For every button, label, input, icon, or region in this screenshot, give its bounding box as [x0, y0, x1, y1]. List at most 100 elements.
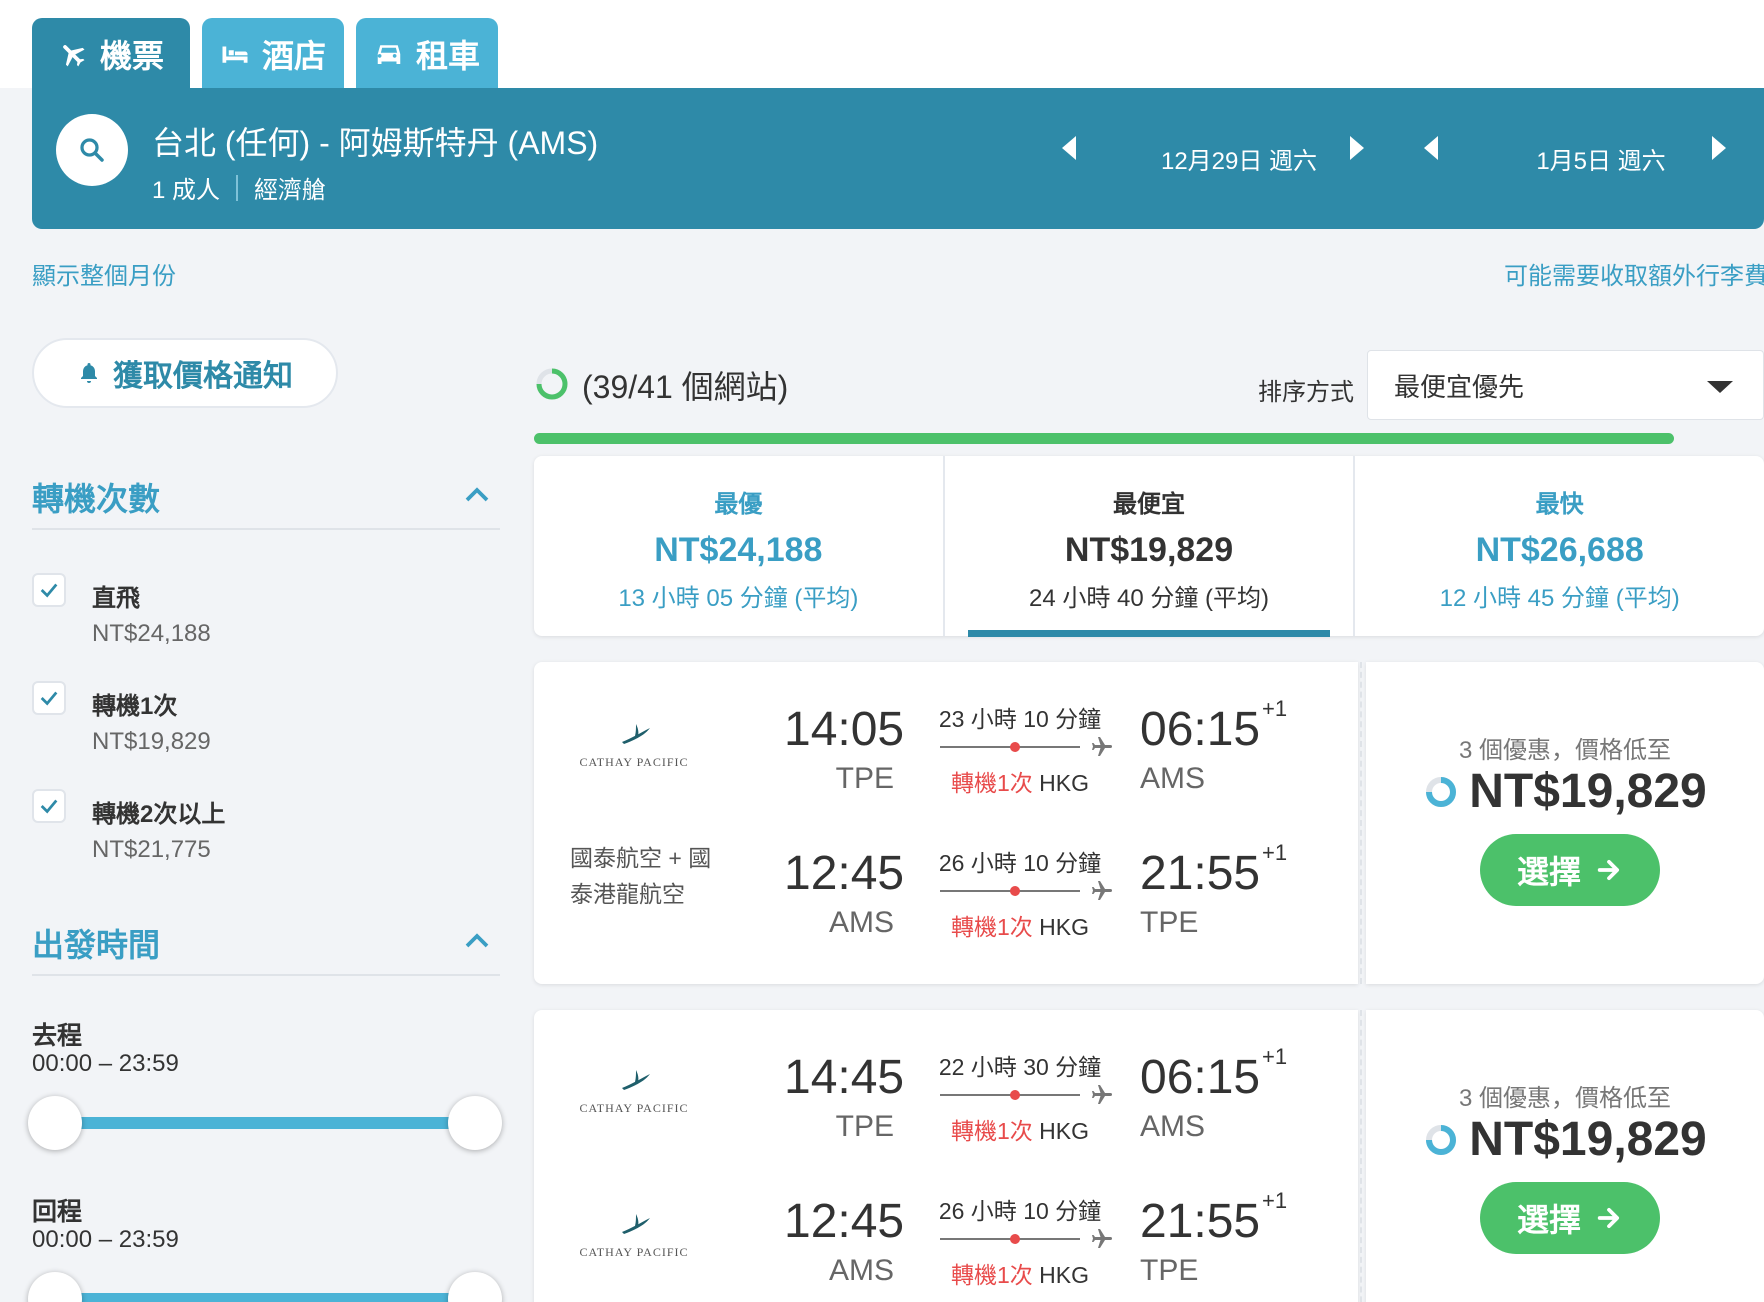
summary-cheapest-label: 最便宜	[1113, 491, 1185, 518]
depart-date[interactable]: 12月29日 週六	[1128, 88, 1350, 229]
inbound-via: HKG	[1039, 914, 1090, 940]
stops-one-checkbox[interactable]	[32, 681, 66, 715]
sort-dropdown[interactable]: 最便宜優先	[1367, 350, 1764, 420]
stop-dot	[1010, 742, 1020, 752]
passenger-count: 1 成人	[152, 177, 221, 204]
outbound-stops: 轉機1次 HKG	[920, 1112, 1120, 1146]
itinerary-panel[interactable]: CATHAY PACIFIC CATHAY PACIFIC 14:45 TPE …	[534, 1010, 1358, 1302]
tab-cars[interactable]: 租車	[356, 18, 498, 89]
search-summary-bar[interactable]: 台北 (任何) - 阿姆斯特丹 (AMS) 1 成人 經濟艙 12月29日 週六…	[32, 88, 1764, 229]
return-slider-track[interactable]	[54, 1293, 476, 1302]
result-price-value: NT$19,829	[1469, 765, 1707, 818]
outbound-time-label: 去程	[32, 1022, 83, 1050]
outbound-day-offset: +1	[1262, 696, 1288, 721]
return-time-label: 回程	[32, 1198, 83, 1226]
flight-result-card[interactable]: CATHAY PACIFIC CATHAY PACIFIC 14:45 TPE …	[534, 1010, 1764, 1302]
checkmark-icon	[40, 799, 58, 814]
price-alert-button[interactable]: 獲取價格通知	[32, 338, 338, 408]
bell-icon	[81, 363, 97, 383]
stops-two-plus-label[interactable]: 轉機2次以上	[92, 794, 225, 829]
progress-text: (39/41 個網站)	[582, 369, 789, 405]
price-panel[interactable]: 3 個優惠，價格低至 NT$19,829 選擇	[1366, 662, 1764, 984]
outbound-depart-time: 14:45	[784, 1051, 905, 1104]
airline-logo-text: CATHAY PACIFIC	[579, 1101, 689, 1115]
airline-logo-text: CATHAY PACIFIC	[579, 755, 689, 769]
cathay-bird-icon	[622, 724, 650, 744]
select-button[interactable]: 選擇	[1480, 834, 1660, 906]
checkmark-icon	[40, 583, 58, 598]
inbound-stops: 轉機1次 HKG	[920, 908, 1120, 942]
flight-result-card[interactable]: CATHAY PACIFIC 國泰航空 + 國泰港龍航空 14:05 TPE 2…	[534, 662, 1764, 984]
stops-two-plus-checkbox[interactable]	[32, 789, 66, 823]
inbound-depart-time: 12:45	[784, 847, 905, 900]
inbound-stops: 轉機1次 HKG	[920, 1256, 1120, 1290]
inbound-via: HKG	[1039, 1262, 1090, 1288]
airline-logo: CATHAY PACIFIC	[574, 720, 694, 770]
return-slider-end-handle[interactable]	[448, 1272, 502, 1302]
outbound-stop-count: 轉機1次	[950, 770, 1033, 796]
select-button-label: 選擇	[1516, 854, 1581, 890]
search-icon	[80, 138, 104, 162]
stop-dot	[1010, 1234, 1020, 1244]
search-button[interactable]	[56, 114, 128, 186]
summary-fastest-price: NT$26,688	[1475, 531, 1644, 569]
itinerary-panel[interactable]: CATHAY PACIFIC 國泰航空 + 國泰港龍航空 14:05 TPE 2…	[534, 662, 1358, 984]
return-next-arrow[interactable]	[1712, 136, 1726, 160]
summary-fastest-duration: 12 小時 45 分鐘 (平均)	[1439, 585, 1680, 612]
chevron-up-icon[interactable]	[462, 926, 492, 956]
select-button[interactable]: 選擇	[1480, 1182, 1660, 1254]
result-price: NT$19,829	[1366, 764, 1764, 819]
show-month-link[interactable]: 顯示整個月份	[32, 256, 176, 291]
summary-fastest[interactable]: 最快 NT$26,688 12 小時 45 分鐘 (平均)	[1353, 456, 1764, 636]
baggage-fee-link[interactable]: 可能需要收取額外行李費	[1504, 256, 1764, 291]
summary-best-duration: 13 小時 05 分鐘 (平均)	[618, 585, 859, 612]
inbound-day-offset: +1	[1262, 840, 1288, 865]
inbound-arrive-time: 21:55	[1140, 847, 1261, 900]
tab-flights[interactable]: 機票	[32, 18, 190, 89]
return-prev-arrow[interactable]	[1424, 136, 1438, 160]
summary-cheapest[interactable]: 最便宜 NT$19,829 24 小時 40 分鐘 (平均)	[942, 456, 1354, 636]
arrow-right-icon	[1597, 859, 1620, 881]
summary-best-price: NT$24,188	[654, 531, 823, 569]
price-panel[interactable]: 3 個優惠，價格低至 NT$19,829 選擇	[1366, 1010, 1764, 1302]
deals-count: 3 個優惠，價格低至	[1458, 737, 1671, 764]
outbound-slider-end-handle[interactable]	[448, 1096, 502, 1150]
chevron-up-icon[interactable]	[462, 480, 492, 510]
outbound-duration: 22 小時 30 分鐘	[938, 1054, 1102, 1080]
stops-one-label[interactable]: 轉機1次	[92, 686, 177, 721]
outbound-arrive-airport: AMS	[1140, 762, 1206, 795]
outbound-slider-track[interactable]	[54, 1117, 476, 1129]
outbound-arrive-time: 06:15	[1140, 703, 1261, 756]
outbound-stop-count: 轉機1次	[950, 1118, 1033, 1144]
outbound-slider-start-handle[interactable]	[28, 1096, 82, 1150]
inbound-stop-count: 轉機1次	[950, 914, 1033, 940]
stops-direct-label[interactable]: 直飛	[92, 578, 140, 613]
stops-filter-title[interactable]: 轉機次數	[32, 474, 160, 520]
plane-icon	[1092, 1085, 1112, 1104]
active-tab-underline	[968, 630, 1330, 637]
summary-best[interactable]: 最優 NT$24,188 13 小時 05 分鐘 (平均)	[534, 456, 943, 636]
passenger-cabin-info[interactable]: 1 成人 經濟艙	[152, 170, 326, 205]
inbound-stop-count: 轉機1次	[950, 1262, 1033, 1288]
loading-spinner-icon	[1426, 1124, 1457, 1155]
return-date[interactable]: 1月5日 週六	[1488, 88, 1714, 229]
inbound-arrive-airport: TPE	[1140, 1254, 1199, 1287]
loading-spinner-icon	[536, 368, 568, 400]
select-button-label: 選擇	[1516, 1202, 1581, 1238]
depart-prev-arrow[interactable]	[1062, 136, 1076, 160]
loading-spinner-icon	[1426, 776, 1457, 807]
summary-fastest-label: 最快	[1535, 491, 1584, 518]
summary-best-label: 最優	[714, 491, 763, 518]
outbound-arrive-airport: AMS	[1140, 1110, 1206, 1143]
departure-time-filter-title[interactable]: 出發時間	[32, 920, 160, 966]
stop-dot	[1010, 1090, 1020, 1100]
depart-next-arrow[interactable]	[1350, 136, 1364, 160]
sort-label: 排序方式	[1258, 379, 1354, 406]
route-text[interactable]: 台北 (任何) - 阿姆斯特丹 (AMS)	[152, 118, 598, 164]
stops-direct-checkbox[interactable]	[32, 573, 66, 607]
tab-hotels[interactable]: 酒店	[202, 18, 344, 89]
summary-cheapest-price: NT$19,829	[1064, 531, 1234, 569]
inbound-duration: 26 小時 10 分鐘	[938, 850, 1102, 876]
return-slider-start-handle[interactable]	[28, 1272, 82, 1302]
airline-logo: CATHAY PACIFIC	[574, 1210, 694, 1260]
